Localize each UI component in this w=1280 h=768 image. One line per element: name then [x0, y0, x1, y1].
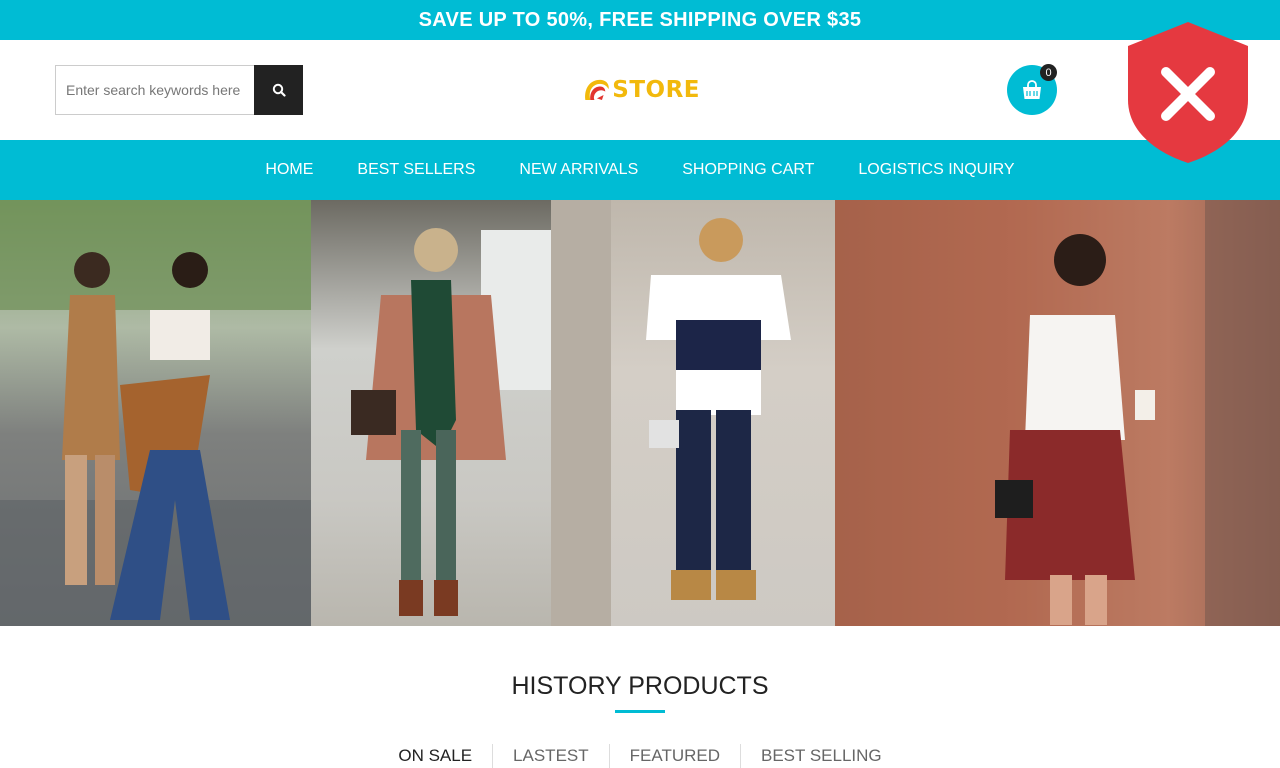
nav-item-home[interactable]: HOME [265, 161, 313, 179]
product-tabs: ON SALE LASTEST FEATURED BEST SELLING [0, 744, 1280, 768]
logo-text: STORE [612, 77, 700, 103]
tab-best-selling[interactable]: BEST SELLING [740, 744, 902, 768]
hero-banner[interactable] [0, 200, 1280, 626]
nav-item-best-sellers[interactable]: BEST SELLERS [357, 161, 475, 179]
search-icon [272, 83, 286, 97]
promo-bar: SAVE UP TO 50%, FREE SHIPPING OVER $35 [0, 0, 1280, 40]
nav-item-logistics-inquiry[interactable]: LOGISTICS INQUIRY [858, 161, 1014, 179]
nav-item-shopping-cart[interactable]: SHOPPING CART [682, 161, 814, 179]
tab-featured[interactable]: FEATURED [608, 744, 740, 768]
title-underline [615, 710, 665, 713]
hero-image-street-style-1 [0, 200, 311, 626]
logo-mark-icon [585, 79, 609, 100]
search-button[interactable] [254, 65, 303, 115]
section-title: HISTORY PRODUCTS [511, 672, 769, 700]
search-form [55, 65, 303, 115]
search-input[interactable] [55, 65, 254, 115]
cart-button[interactable]: 0 [1007, 64, 1057, 115]
promo-text: SAVE UP TO 50%, FREE SHIPPING OVER $35 [418, 8, 862, 31]
hero-image-street-style-4 [835, 200, 1280, 626]
tab-lastest[interactable]: LASTEST [492, 744, 609, 768]
main-nav: HOME BEST SELLERS NEW ARRIVALS SHOPPING … [0, 140, 1280, 200]
tab-on-sale[interactable]: ON SALE [378, 744, 492, 768]
shopping-bag-icon [1023, 80, 1041, 99]
nav-item-new-arrivals[interactable]: NEW ARRIVALS [519, 161, 638, 179]
hero-image-street-style-3 [551, 200, 835, 626]
hero-image-street-style-2 [311, 200, 551, 626]
cart-count-badge: 0 [1040, 64, 1057, 81]
shield-x-icon[interactable] [1126, 20, 1250, 165]
store-logo[interactable]: STORE [582, 71, 700, 109]
site-header: STORE 0 [0, 40, 1280, 140]
